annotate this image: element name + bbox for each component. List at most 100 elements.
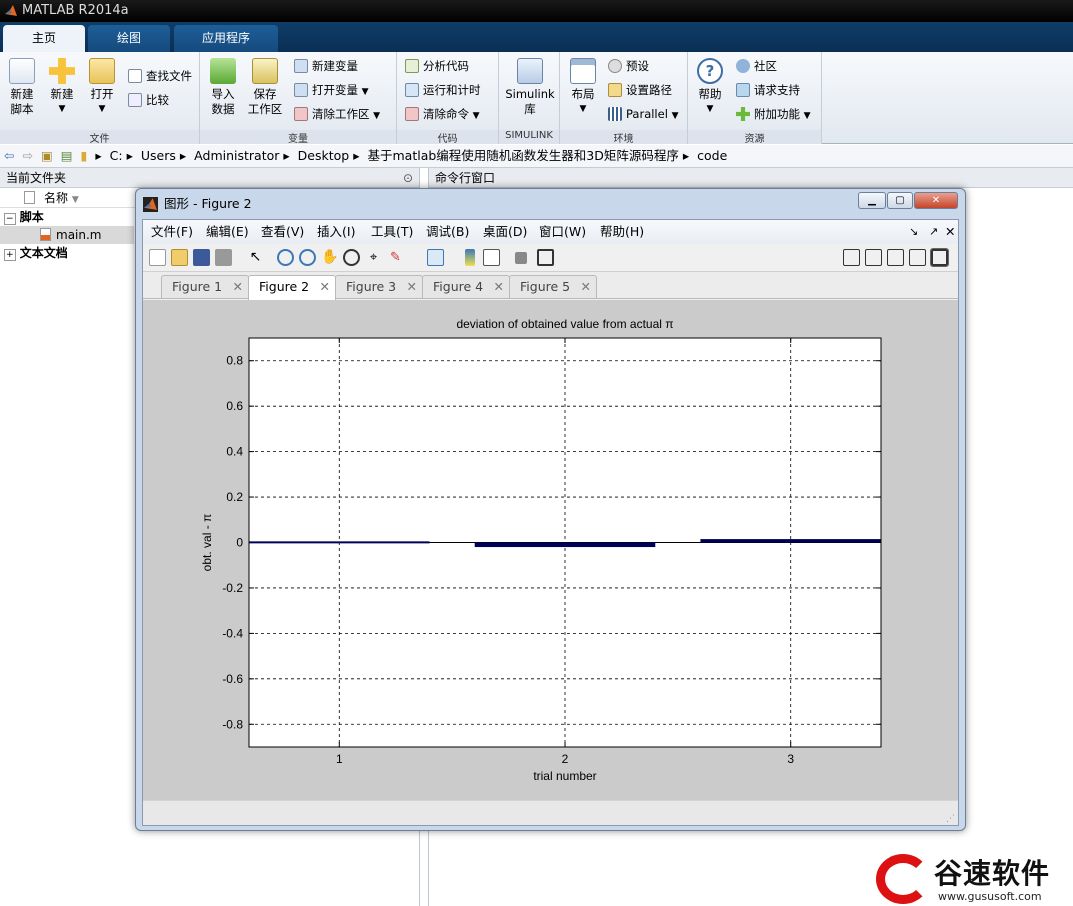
new-variable-button[interactable]: 新建变量 bbox=[294, 56, 358, 76]
menu-view[interactable]: 查看(V) bbox=[261, 220, 304, 244]
tab-figure-3[interactable]: Figure 3 ✕ bbox=[335, 275, 423, 298]
undock-icon[interactable]: ↗ bbox=[929, 220, 938, 244]
preferences-button[interactable]: 预设 bbox=[608, 56, 649, 76]
close-figure-icon[interactable]: ✕ bbox=[945, 220, 955, 244]
minimize-button[interactable]: ▁ bbox=[858, 192, 886, 209]
tile-rows-icon[interactable] bbox=[887, 249, 904, 266]
up-folder-icon[interactable]: ▣ bbox=[41, 148, 53, 163]
open-button[interactable]: 打开 ▼ bbox=[84, 58, 120, 117]
rotate-3d-icon[interactable] bbox=[343, 249, 360, 266]
path-segment[interactable]: C: bbox=[110, 148, 123, 163]
new-figure-icon[interactable] bbox=[149, 249, 166, 266]
resize-grip-icon[interactable]: ⋰ bbox=[946, 814, 955, 824]
dock-arrow-icon[interactable]: ↘ bbox=[909, 220, 918, 244]
new-script-button[interactable]: 新建 脚本 bbox=[4, 58, 40, 117]
open-file-icon[interactable] bbox=[171, 249, 188, 266]
tile-columns-icon[interactable] bbox=[865, 249, 882, 266]
simulink-library-button[interactable]: Simulink 库 bbox=[503, 58, 557, 117]
maximize-figure-icon[interactable] bbox=[930, 248, 949, 267]
analyze-code-label: 分析代码 bbox=[423, 59, 469, 73]
layout-button[interactable]: 布局 ▼ bbox=[566, 58, 600, 117]
run-and-time-button[interactable]: 运行和计时 bbox=[405, 80, 481, 100]
new-script-label-1: 新建 bbox=[10, 87, 34, 101]
legend-icon[interactable] bbox=[483, 249, 500, 266]
tab-plots[interactable]: 绘图 bbox=[88, 25, 170, 52]
forward-arrow-icon[interactable]: ⇨ bbox=[22, 148, 32, 163]
show-plot-tools-icon[interactable] bbox=[537, 249, 554, 266]
tile-grid-icon[interactable] bbox=[843, 249, 860, 266]
path-segment[interactable]: 基于matlab编程使用随机函数发生器和3D矩阵源码程序 bbox=[367, 148, 678, 163]
back-arrow-icon[interactable]: ⇦ bbox=[4, 148, 14, 163]
parallel-label: Parallel bbox=[626, 107, 668, 121]
ribbon-tab-strip: 主页 绘图 应用程序 bbox=[0, 22, 1073, 52]
compare-button[interactable]: 比较 bbox=[128, 90, 169, 110]
clear-workspace-button[interactable]: 清除工作区 ▼ bbox=[294, 104, 380, 124]
new-variable-icon bbox=[294, 59, 308, 73]
find-files-icon bbox=[128, 69, 142, 83]
collapse-icon[interactable]: − bbox=[4, 213, 16, 225]
tab-apps[interactable]: 应用程序 bbox=[174, 25, 278, 52]
close-tab-icon[interactable]: ✕ bbox=[494, 276, 504, 298]
menu-edit[interactable]: 编辑(E) bbox=[206, 220, 249, 244]
menu-insert[interactable]: 插入(I) bbox=[317, 220, 355, 244]
help-button[interactable]: ? 帮助 ▼ bbox=[694, 58, 726, 117]
link-plot-icon[interactable] bbox=[427, 249, 444, 266]
float-icon[interactable] bbox=[909, 249, 926, 266]
colorbar-icon[interactable] bbox=[465, 249, 475, 266]
request-support-button[interactable]: 请求支持 bbox=[736, 80, 800, 100]
tab-figure-5[interactable]: Figure 5 ✕ bbox=[509, 275, 597, 298]
path-segment[interactable]: Users bbox=[141, 148, 176, 163]
browse-folder-icon[interactable]: ▤ bbox=[61, 148, 73, 163]
path-separator: ▸ bbox=[682, 148, 690, 163]
zoom-in-icon[interactable] bbox=[277, 249, 294, 266]
save-workspace-button[interactable]: 保存 工作区 bbox=[244, 58, 286, 117]
import-label-1: 导入 bbox=[211, 87, 235, 101]
print-icon[interactable] bbox=[215, 249, 232, 266]
addons-button[interactable]: 附加功能 ▼ bbox=[736, 104, 811, 124]
parallel-button[interactable]: Parallel ▼ bbox=[608, 104, 678, 124]
close-button[interactable]: ✕ bbox=[914, 192, 958, 209]
figure-title-bar[interactable]: 图形 - Figure 2 ▁ ▢ ✕ bbox=[136, 189, 965, 219]
pointer-icon[interactable]: ↖ bbox=[247, 249, 264, 266]
close-tab-icon[interactable]: ✕ bbox=[581, 276, 591, 298]
clear-commands-button[interactable]: 清除命令 ▼ bbox=[405, 104, 480, 124]
menu-debug[interactable]: 调试(B) bbox=[426, 220, 469, 244]
tab-figure-2[interactable]: Figure 2 ✕ bbox=[248, 275, 336, 300]
set-path-button[interactable]: 设置路径 bbox=[608, 80, 672, 100]
hide-plot-tools-icon[interactable] bbox=[515, 252, 527, 264]
analyze-code-button[interactable]: 分析代码 bbox=[405, 56, 469, 76]
y-tick-label: 0 bbox=[236, 536, 243, 550]
pan-hand-icon[interactable]: ✋ bbox=[321, 249, 338, 266]
brush-icon[interactable]: ✎ bbox=[387, 249, 404, 266]
compare-label: 比较 bbox=[146, 93, 169, 107]
path-segment[interactable]: code bbox=[697, 148, 727, 163]
data-cursor-icon[interactable]: ⌖ bbox=[365, 249, 382, 266]
tab-home[interactable]: 主页 bbox=[3, 25, 85, 52]
community-button[interactable]: 社区 bbox=[736, 56, 777, 76]
menu-help[interactable]: 帮助(H) bbox=[600, 220, 644, 244]
find-files-label: 查找文件 bbox=[146, 69, 192, 83]
import-data-button[interactable]: 导入 数据 bbox=[206, 58, 240, 117]
new-button[interactable]: 新建 ▼ bbox=[44, 58, 80, 117]
menu-tools[interactable]: 工具(T) bbox=[371, 220, 413, 244]
tree-file-main[interactable]: main.m bbox=[0, 226, 134, 244]
path-segment[interactable]: Desktop bbox=[298, 148, 350, 163]
pane-menu-icon[interactable]: ⊙ bbox=[403, 168, 413, 188]
expand-icon[interactable]: + bbox=[4, 249, 16, 261]
save-label-2: 工作区 bbox=[247, 102, 283, 116]
tab-figure-4[interactable]: Figure 4 ✕ bbox=[422, 275, 510, 298]
save-icon[interactable] bbox=[193, 249, 210, 266]
maximize-button[interactable]: ▢ bbox=[887, 192, 913, 209]
menu-file[interactable]: 文件(F) bbox=[151, 220, 193, 244]
bar-chart[interactable]: -0.8 -0.6 -0.4 -0.2 0 0.2 0.4 0.6 0.8 1 2 3 deviatio… bbox=[143, 300, 958, 800]
close-tab-icon[interactable]: ✕ bbox=[407, 276, 417, 298]
open-variable-button[interactable]: 打开变量 ▼ bbox=[294, 80, 369, 100]
menu-desktop[interactable]: 桌面(D) bbox=[483, 220, 527, 244]
find-files-button[interactable]: 查找文件 bbox=[128, 66, 192, 86]
tab-figure-1[interactable]: Figure 1 ✕ bbox=[161, 275, 249, 298]
close-tab-icon[interactable]: ✕ bbox=[320, 276, 330, 298]
close-tab-icon[interactable]: ✕ bbox=[233, 276, 243, 298]
path-segment[interactable]: Administrator bbox=[194, 148, 279, 163]
menu-window[interactable]: 窗口(W) bbox=[539, 220, 586, 244]
zoom-out-icon[interactable] bbox=[299, 249, 316, 266]
